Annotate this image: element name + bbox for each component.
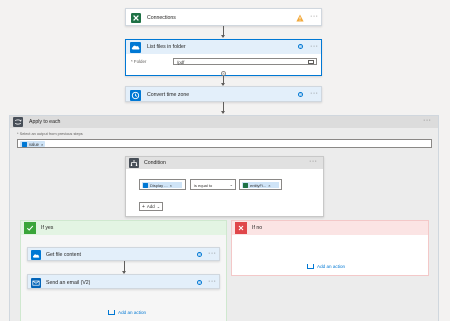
remove-token-icon[interactable]: × [268, 183, 270, 188]
checkmark-icon [24, 222, 36, 234]
add-action-label: Add an action [118, 310, 147, 315]
loop-icon [13, 117, 23, 127]
get-file-content-card[interactable]: Get file content ? ··· [27, 247, 220, 261]
folder-field-label: * Folder [131, 59, 147, 64]
chevron-down-icon: ⌄ [229, 181, 233, 187]
more-options-icon[interactable]: ··· [310, 90, 319, 97]
condition-title: Condition [144, 160, 166, 166]
help-icon[interactable]: ? [197, 279, 202, 285]
folder-input-value: /pdf [177, 59, 185, 65]
add-action-icon [108, 310, 115, 315]
condition-icon [129, 158, 139, 168]
flow-arrow [221, 26, 225, 38]
help-icon[interactable]: ? [298, 92, 303, 97]
connections-card[interactable]: Connections ··· [125, 8, 322, 26]
condition-left-operand[interactable]: Display ... × [139, 179, 186, 190]
entity-token-label: entityFi... [250, 182, 267, 188]
onedrive-cloud-icon [22, 141, 27, 147]
condition-card[interactable]: Condition ··· Display ... × is equal to … [125, 156, 324, 217]
entity-token[interactable]: entityFi... × [242, 182, 279, 188]
condition-right-operand[interactable]: entityFi... × [239, 179, 282, 190]
apply-to-each-container: Apply to each ··· * Select an output fro… [9, 115, 439, 321]
flow-arrow [122, 261, 126, 274]
display-name-token[interactable]: Display ... × [142, 182, 182, 188]
operator-select[interactable]: is equal to ⌄ [190, 179, 236, 190]
display-token-label: Display ... [150, 182, 168, 188]
condition-add-button[interactable]: + Add ⌄ [139, 202, 163, 211]
onedrive-cloud-icon [130, 41, 141, 53]
excel-icon [130, 13, 141, 24]
flow-arrow [221, 76, 225, 86]
outlook-icon [31, 277, 41, 288]
flow-arrow [221, 102, 225, 114]
add-action-label: Add an action [317, 264, 346, 269]
convert-time-card[interactable]: Convert time zone ? ··· [125, 86, 322, 102]
clock-icon [130, 89, 141, 101]
excel-icon [243, 182, 248, 188]
add-action-button[interactable]: Add an action [307, 264, 345, 269]
if-no-title: If no [252, 225, 263, 231]
folder-input[interactable]: /pdf [173, 58, 317, 65]
chevron-down-icon: ⌄ [156, 204, 161, 209]
more-options-icon[interactable]: ··· [208, 278, 217, 285]
warning-icon[interactable] [296, 14, 304, 24]
help-icon[interactable]: ? [298, 44, 303, 49]
if-yes-title: If yes [41, 225, 54, 231]
more-options-icon[interactable]: ··· [208, 250, 217, 257]
help-icon[interactable]: ? [197, 252, 202, 257]
onedrive-cloud-icon [31, 250, 41, 260]
add-action-button[interactable]: Add an action [108, 310, 146, 315]
remove-token-icon[interactable]: × [41, 142, 43, 147]
more-options-icon[interactable]: ··· [423, 117, 432, 124]
folder-icon[interactable] [308, 60, 314, 64]
value-token-label: value [29, 141, 40, 147]
plus-icon: + [142, 203, 145, 210]
if-no-branch: If no Add an action [231, 220, 429, 276]
if-yes-branch: If yes Get file content ? ··· Send an em… [20, 220, 227, 321]
remove-token-icon[interactable]: × [170, 183, 172, 188]
close-icon [235, 222, 247, 234]
operator-value: is equal to [194, 183, 213, 188]
more-options-icon[interactable]: ··· [310, 43, 319, 50]
apply-each-title: Apply to each [29, 119, 61, 125]
convert-time-title: Convert time zone [147, 92, 190, 98]
add-action-icon [307, 264, 314, 269]
add-label: Add [146, 204, 155, 209]
list-files-title: List files in folder [147, 44, 186, 50]
more-options-icon[interactable]: ··· [310, 13, 319, 20]
send-email-title: Send an email (V2) [46, 279, 91, 286]
insert-step-icon[interactable]: + [221, 71, 226, 76]
connections-title: Connections [147, 15, 176, 21]
onedrive-cloud-icon [143, 182, 148, 188]
more-options-icon[interactable]: ··· [309, 158, 318, 165]
select-output-label: * Select an output from previous steps [17, 131, 83, 136]
select-output-input[interactable]: value × [17, 139, 432, 148]
get-file-title: Get file content [46, 252, 81, 258]
send-email-card[interactable]: Send an email (V2) ? ··· [27, 274, 220, 289]
value-token[interactable]: value × [20, 141, 46, 147]
